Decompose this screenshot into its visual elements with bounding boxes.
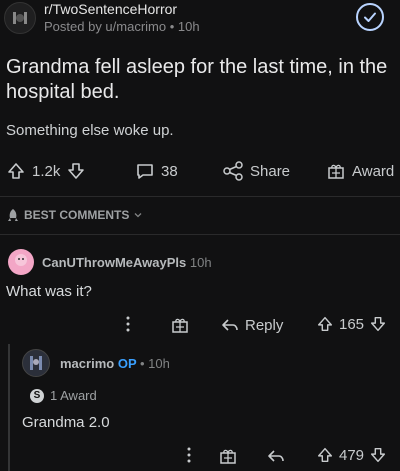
avatar[interactable] [22, 349, 50, 377]
share-label: Share [250, 162, 291, 180]
sort-label: BEST COMMENTS [24, 208, 130, 222]
divider [0, 196, 400, 197]
chevron-down-icon [133, 210, 143, 220]
rocket-icon [6, 208, 20, 222]
sort-selector[interactable]: BEST COMMENTS [6, 208, 143, 222]
divider [0, 234, 400, 235]
reply-time: • 10h [140, 356, 170, 371]
award-text: 1 Award [50, 388, 97, 403]
award-summary[interactable]: S 1 Award [30, 388, 97, 403]
gift-icon[interactable] [218, 446, 238, 466]
post-title: Grandma fell asleep for the last time, i… [6, 56, 388, 103]
comment-username[interactable]: CanUThrowMeAwayPls [42, 255, 186, 270]
award-label: Award [352, 162, 395, 180]
more-options-icon[interactable] [186, 446, 192, 464]
award-button[interactable]: Award [326, 161, 394, 181]
upvote-icon[interactable] [316, 315, 334, 333]
reply-actions: 479 [0, 446, 400, 468]
vote-group: 1.2k [6, 161, 86, 181]
downvote-icon[interactable] [66, 161, 86, 181]
gift-icon [326, 161, 346, 181]
subreddit-name[interactable]: r/TwoSentenceHorror [44, 1, 177, 17]
subreddit-avatar[interactable] [4, 2, 36, 34]
reply-icon[interactable] [266, 446, 286, 466]
downvote-icon[interactable] [369, 446, 387, 464]
avatar[interactable] [8, 249, 34, 275]
comment-time: 10h [189, 255, 212, 270]
post-meta: Posted by u/macrimo • 10h [44, 19, 200, 34]
reply-button[interactable]: Reply [220, 315, 283, 335]
comment-icon [135, 161, 155, 181]
reply-icon [220, 315, 240, 335]
silver-award-icon: S [30, 388, 44, 403]
share-button[interactable]: Share [222, 161, 290, 181]
reply-vote-group: 479 [316, 446, 387, 464]
post-body: Something else woke up. [6, 122, 174, 139]
reply-body: Grandma 2.0 [22, 414, 110, 431]
reply-score: 479 [339, 446, 365, 464]
comment-count: 38 [161, 162, 178, 180]
comment-vote-group: 165 [316, 315, 387, 333]
reply-header: macrimo OP • 10h [60, 356, 170, 371]
upvote-icon[interactable] [316, 446, 334, 464]
share-icon [222, 161, 244, 181]
reply-label: Reply [245, 316, 284, 334]
upvote-count: 1.2k [32, 162, 61, 180]
comment-actions: Reply 165 [0, 313, 400, 335]
gift-icon[interactable] [170, 315, 190, 335]
more-options-icon[interactable] [125, 315, 131, 333]
comment-score: 165 [339, 315, 365, 333]
checkmark-icon[interactable] [356, 3, 384, 31]
reply-username[interactable]: macrimo [60, 356, 114, 371]
upvote-icon[interactable] [6, 161, 26, 181]
downvote-icon[interactable] [369, 315, 387, 333]
post-actions: 1.2k 38 Share Award [0, 158, 400, 186]
comment-body: What was it? [6, 283, 92, 300]
comments-button[interactable]: 38 [135, 161, 178, 181]
op-badge: OP [117, 356, 137, 371]
comment-header: CanUThrowMeAwayPls 10h [42, 255, 212, 270]
